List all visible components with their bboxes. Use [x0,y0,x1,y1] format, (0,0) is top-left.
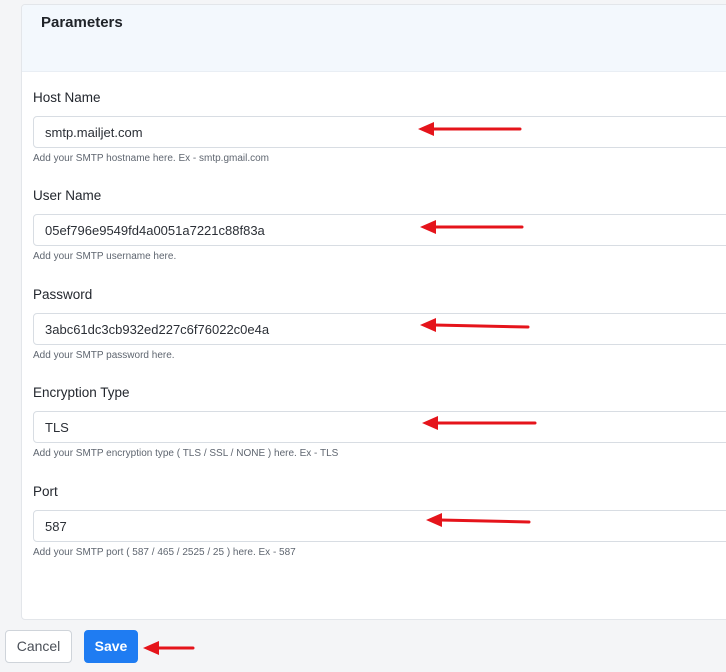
port-label: Port [33,484,58,499]
encryption-type-input[interactable] [33,411,726,443]
host-name-input[interactable] [33,116,726,148]
host-name-label: Host Name [33,90,101,105]
host-name-help: Add your SMTP hostname here. Ex - smtp.g… [33,153,270,164]
password-field: Password Add your SMTP password here. [33,285,726,361]
panel-title: Parameters [41,14,123,31]
port-input[interactable] [33,510,726,542]
password-label: Password [33,287,93,302]
port-field: Port Add your SMTP port ( 587 / 465 / 25… [33,482,726,558]
password-input[interactable] [33,313,726,345]
encryption-type-label: Encryption Type [33,385,130,400]
arrow-annotation-icon [143,641,195,655]
encryption-type-field: Encryption Type Add your SMTP encryption… [33,383,726,459]
user-name-input[interactable] [33,214,726,246]
port-help: Add your SMTP port ( 587 / 465 / 2525 / … [33,547,296,558]
encryption-type-help: Add your SMTP encryption type ( TLS / SS… [33,448,339,459]
user-name-help: Add your SMTP username here. [33,251,177,262]
save-button[interactable]: Save [84,630,138,663]
user-name-field: User Name Add your SMTP username here. [33,186,726,262]
panel-header: Parameters [22,5,726,72]
cancel-button[interactable]: Cancel [5,630,72,663]
host-name-field: Host Name Add your SMTP hostname here. E… [33,88,726,164]
password-help: Add your SMTP password here. [33,350,175,361]
user-name-label: User Name [33,188,102,203]
